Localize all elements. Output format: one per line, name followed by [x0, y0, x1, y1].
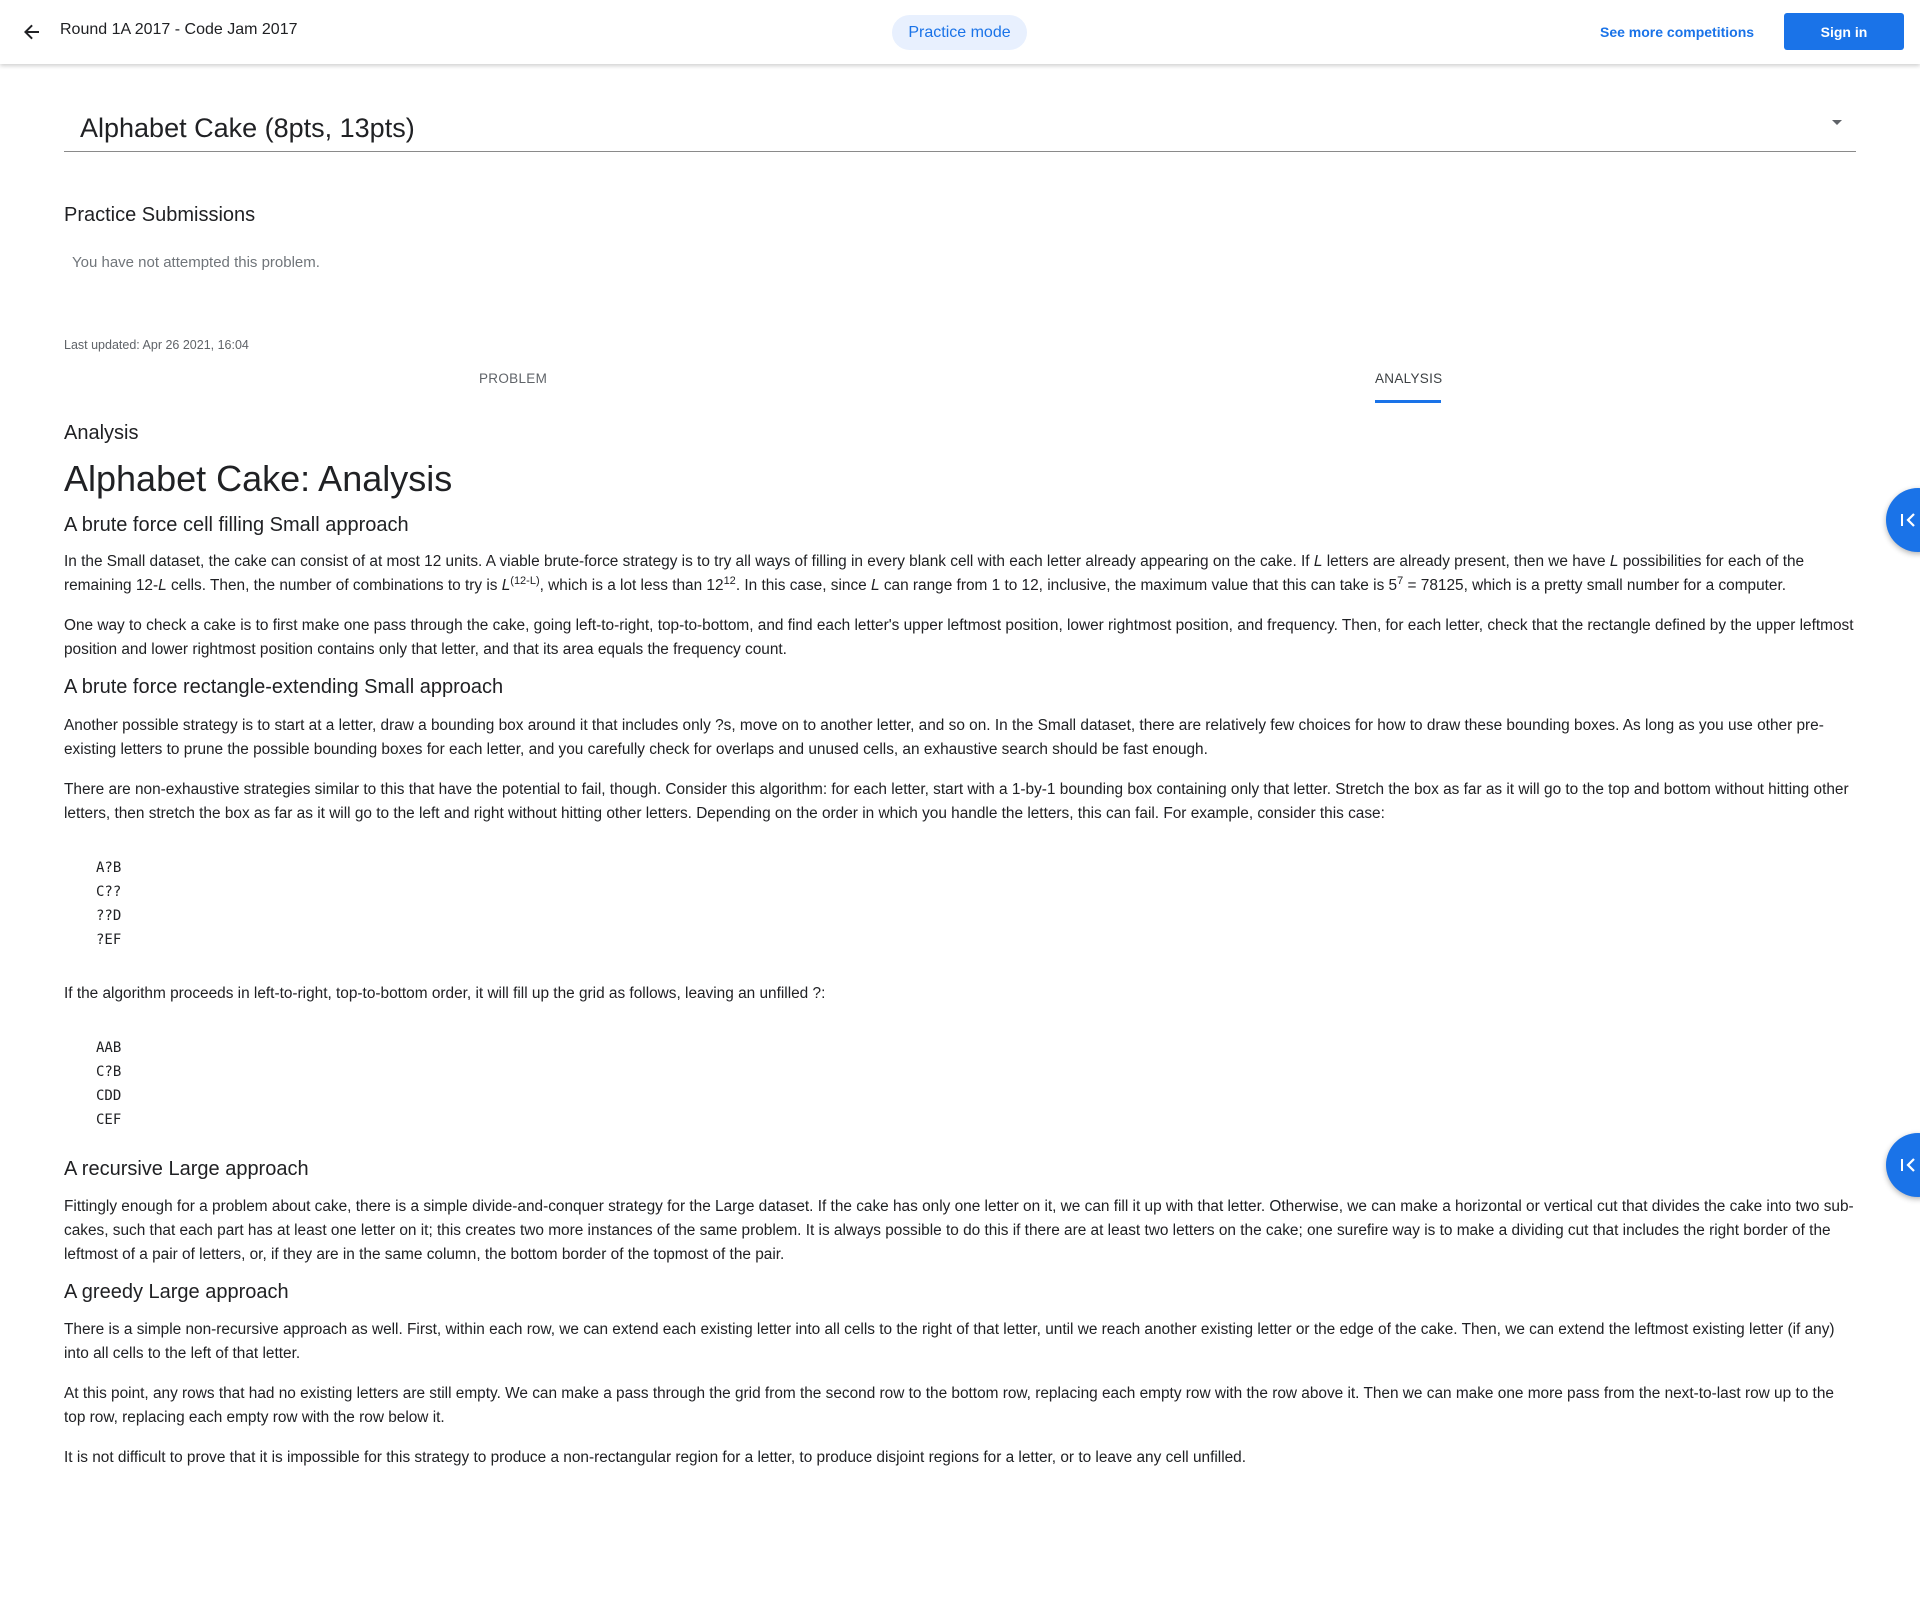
- section-heading: A brute force rectangle-extending Small …: [64, 676, 504, 698]
- code-block: A?B C?? ??D ?EF: [64, 856, 1856, 952]
- paragraph: Another possible strategy is to start at…: [64, 717, 1824, 758]
- analysis-label: Analysis: [64, 422, 139, 444]
- see-more-competitions-link[interactable]: See more competitions: [1600, 24, 1754, 40]
- collapse-left-icon: [1901, 1158, 1915, 1172]
- code-block: AAB C?B CDD CEF: [64, 1036, 1856, 1132]
- code-line: C?B: [96, 1064, 122, 1080]
- paragraph: In the Small dataset, the cake can consi…: [64, 553, 1805, 594]
- tab-problem[interactable]: PROBLEM: [479, 371, 547, 386]
- collapse-panel-button[interactable]: [1886, 1133, 1920, 1197]
- section-heading: A recursive Large approach: [64, 1158, 309, 1180]
- code-line: ??D: [96, 908, 122, 924]
- dropdown-caret-icon: [1832, 120, 1842, 125]
- problem-select[interactable]: Alphabet Cake (8pts, 13pts): [64, 100, 1856, 152]
- paragraph: At this point, any rows that had no exis…: [64, 1385, 1834, 1426]
- last-updated: Last updated: Apr 26 2021, 16:04: [64, 338, 249, 352]
- paragraph: It is not difficult to prove that it is …: [64, 1449, 1247, 1466]
- collapse-panel-button[interactable]: [1886, 488, 1920, 552]
- section-heading: A brute force cell filling Small approac…: [64, 514, 409, 536]
- submissions-empty-text: You have not attempted this problem.: [72, 254, 320, 271]
- analysis-title: Alphabet Cake: Analysis: [64, 458, 453, 499]
- top-app-bar: Round 1A 2017 - Code Jam 2017 Practice m…: [0, 0, 1920, 64]
- paragraph: If the algorithm proceeds in left-to-rig…: [64, 985, 826, 1002]
- code-line: C??: [96, 884, 122, 900]
- collapse-left-icon: [1901, 513, 1915, 527]
- sign-in-button[interactable]: Sign in: [1784, 13, 1904, 50]
- paragraph: There are non-exhaustive strategies simi…: [64, 781, 1849, 822]
- code-line: A?B: [96, 860, 122, 876]
- paragraph: There is a simple non-recursive approach…: [64, 1321, 1835, 1362]
- practice-mode-chip: Practice mode: [892, 15, 1027, 50]
- back-arrow-icon[interactable]: [18, 18, 46, 46]
- paragraph: Fittingly enough for a problem about cak…: [64, 1198, 1854, 1263]
- analysis-content: Analysis Alphabet Cake: Analysis A brute…: [64, 420, 1856, 1470]
- active-tab-indicator: [1375, 400, 1441, 403]
- paragraph: One way to check a cake is to first make…: [64, 617, 1854, 658]
- code-line: CEF: [96, 1112, 122, 1128]
- section-heading: A greedy Large approach: [64, 1281, 289, 1303]
- code-line: ?EF: [96, 932, 122, 948]
- code-line: AAB: [96, 1040, 122, 1056]
- code-line: CDD: [96, 1088, 122, 1104]
- app-title: Round 1A 2017 - Code Jam 2017: [60, 21, 298, 38]
- submissions-heading: Practice Submissions: [64, 204, 256, 226]
- tab-analysis[interactable]: ANALYSIS: [1375, 371, 1442, 386]
- problem-select-value: Alphabet Cake (8pts, 13pts): [80, 113, 415, 143]
